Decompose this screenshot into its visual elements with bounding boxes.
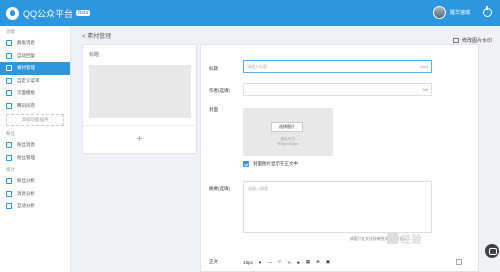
article-edit-form: 标题 请输入标题 0/64 作者(选填) 0/8 封面 选择图片 建议尺寸: 9…	[200, 44, 479, 272]
image-icon	[452, 38, 459, 43]
add-plugin-label: 添加功能插件	[21, 117, 49, 122]
title-label: 标题	[209, 66, 218, 71]
nav-item-page-template[interactable]: 页面模板	[0, 87, 70, 100]
nav-item-message-analysis[interactable]: 消息分析	[0, 188, 70, 201]
watermark: 经验	[387, 231, 422, 246]
watermark-text: 经验	[401, 235, 422, 246]
reply-icon	[6, 52, 12, 59]
edit-watermark-link[interactable]: 修改图片水印	[452, 37, 492, 44]
author-label: 作者(选填)	[209, 88, 230, 93]
back-chevron-icon[interactable]: <	[82, 34, 86, 40]
summary-textarea[interactable]: 请输入摘要	[243, 181, 432, 233]
nav-item-interaction-analysis[interactable]: 互动分析	[0, 200, 70, 213]
materials-icon	[6, 65, 12, 72]
divider-tool-icon[interactable]: —	[267, 260, 272, 265]
article-list-panel: 标题 +	[82, 44, 197, 154]
power-icon[interactable]	[483, 6, 492, 17]
user-menu[interactable]: 醒华速瑞	[432, 6, 470, 19]
nav-item-broadcast[interactable]: 群发消息	[0, 37, 70, 50]
editor-toolbar: 18px ♥ — ⊂ A ♣ ▦ ⊕ ▣	[243, 256, 471, 268]
table-tool-icon[interactable]: ▦	[306, 259, 310, 265]
avatar[interactable]	[432, 6, 446, 19]
interaction-icon	[6, 203, 12, 210]
nav-item-fan-messages[interactable]: 粉丝消息	[0, 139, 70, 152]
body-label: 正文	[209, 259, 218, 264]
beta-badge: Beta	[76, 10, 91, 16]
chat-icon[interactable]	[485, 244, 499, 258]
article-title-label: 标题	[89, 52, 100, 58]
nav-item-survey[interactable]: 腾讯问卷	[0, 100, 70, 113]
brand-logo[interactable]: QQ公众平台 Beta	[6, 6, 91, 20]
section-title-fans: 粉丝	[6, 131, 15, 136]
qq-logo-icon	[6, 6, 19, 20]
nav-item-custom-menu[interactable]: 自定义菜单	[0, 75, 70, 88]
add-article-button[interactable]: +	[83, 125, 196, 153]
message-icon	[6, 142, 12, 149]
watermark-badge	[387, 233, 398, 244]
author-input[interactable]: 0/8	[243, 83, 432, 96]
nav-item-fan-management[interactable]: 粉丝管理	[0, 152, 70, 165]
user-name[interactable]: 醒华速瑞	[450, 9, 470, 16]
sidebar: 功能 群发消息 自动回复 素材管理 自定义菜单 页面模板 腾讯问卷 添加功能插件…	[0, 26, 71, 272]
add-plugin-button[interactable]: 添加功能插件	[6, 114, 64, 126]
nav-item-fan-analysis[interactable]: 粉丝分析	[0, 175, 70, 188]
template-icon	[6, 90, 12, 97]
nav-label: 自动回复	[17, 52, 35, 58]
font-tool-icon[interactable]: A	[288, 260, 291, 265]
nav-label: 页面模板	[17, 90, 35, 96]
author-count: 0/8	[422, 87, 428, 92]
decoration-tool-icon[interactable]: ♣	[297, 260, 300, 265]
top-bar: QQ公众平台 Beta 醒华速瑞	[0, 0, 500, 26]
nav-label: 自定义菜单	[17, 77, 40, 83]
user-icon	[6, 154, 12, 161]
link-tool-icon[interactable]: ⊕	[316, 259, 320, 265]
show-cover-label[interactable]: 封面图片显示在正文中	[253, 161, 298, 167]
cover-size-tip: 建议尺寸: 900px×500px	[243, 137, 333, 146]
cover-label: 封面	[209, 107, 218, 112]
menu-icon	[6, 77, 12, 84]
nav-label: 互动分析	[17, 203, 35, 209]
nav-label: 粉丝消息	[17, 142, 35, 148]
image-tool-icon[interactable]: ▣	[326, 259, 330, 265]
edit-watermark-label[interactable]: 修改图片水印	[462, 37, 492, 44]
expand-icon[interactable]	[456, 259, 462, 265]
plus-icon: +	[136, 134, 143, 145]
section-title-features: 功能	[6, 29, 15, 34]
font-size-select[interactable]: 18px	[243, 260, 253, 265]
nav-item-materials[interactable]: 素材管理	[0, 62, 70, 75]
brand-name: QQ公众平台	[23, 8, 74, 19]
summary-placeholder: 请输入摘要	[248, 186, 268, 191]
checkbox[interactable]	[243, 161, 249, 167]
breadcrumb-label[interactable]: 素材管理	[87, 34, 111, 40]
survey-icon	[6, 102, 12, 109]
broadcast-icon	[6, 40, 12, 47]
nav-label: 腾讯问卷	[17, 102, 35, 108]
nav-label: 粉丝管理	[17, 154, 35, 160]
nav-label: 素材管理	[17, 65, 35, 71]
nav-label: 粉丝分析	[17, 178, 35, 184]
nav-label: 群发消息	[17, 40, 35, 46]
heart-tool-icon[interactable]: ♥	[259, 260, 262, 265]
analysis-icon	[6, 178, 12, 185]
nav-item-auto-reply[interactable]: 自动回复	[0, 50, 70, 63]
cover-upload-box[interactable]: 选择图片 建议尺寸: 900px×500px	[243, 108, 333, 156]
article-cover-thumbnail[interactable]	[89, 65, 191, 118]
title-placeholder: 请输入标题	[247, 64, 267, 69]
chart-icon	[6, 190, 12, 197]
title-count: 0/64	[420, 64, 428, 69]
breadcrumb[interactable]: < 素材管理	[82, 31, 111, 40]
cover-tip-line2: 900px×500px	[277, 142, 299, 146]
section-title-stats: 统计	[6, 167, 15, 172]
summary-label: 摘要(选填)	[209, 186, 230, 191]
title-input[interactable]: 请输入标题 0/64	[243, 60, 432, 73]
nav-label: 消息分析	[17, 190, 35, 196]
quote-tool-icon[interactable]: ⊂	[278, 259, 282, 265]
show-cover-in-body-option[interactable]: 封面图片显示在正文中	[243, 161, 298, 167]
select-image-button[interactable]: 选择图片	[271, 122, 303, 132]
